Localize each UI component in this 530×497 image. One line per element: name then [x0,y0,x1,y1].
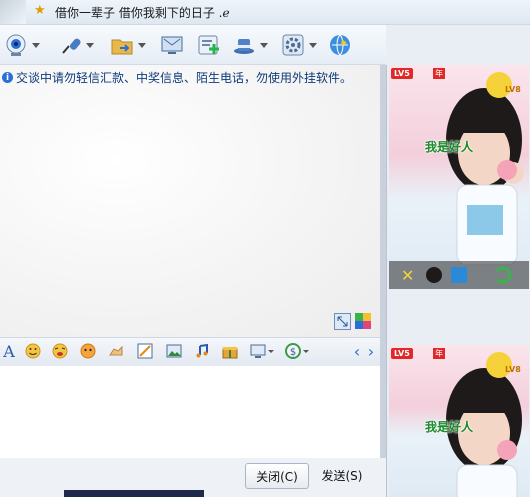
security-notice-text: 交谈中请勿轻信汇款、中奖信息、陌生电话，勿使用外挂软件。 [16,71,353,85]
color-palette-icon[interactable] [355,313,371,329]
emoji-sticker-icon[interactable] [79,342,97,360]
chat-background [0,65,386,337]
gift-icon[interactable] [221,342,239,360]
star-level: LV8 [505,85,521,94]
chevron-down-icon[interactable] [138,42,146,48]
scroll-right-icon[interactable]: › [362,342,380,361]
remote-desktop-button[interactable] [160,31,184,59]
show-top[interactable]: LV5 年 LV8 我是好人 ✕ [389,65,529,289]
settings-button[interactable] [281,31,317,59]
contact-signature: 借你一辈子 借你我剩下的日子 .ℯ [55,6,230,20]
show-caption: 我是好人 [425,140,474,154]
star-level: LV8 [505,365,521,374]
chevron-down-icon[interactable] [309,42,317,48]
security-notice: i 交谈中请勿轻信汇款、中奖信息、陌生电话，勿使用外挂软件。 [2,69,352,86]
voice-call-button[interactable] [58,31,94,59]
avatar-show-panel: LV5 年 LV8 我是好人 ✕ LV5 年 LV8 我是好人 [386,65,530,497]
hat-icon [232,33,256,57]
toolbar [0,25,386,65]
apps-button[interactable] [232,31,268,59]
create-group-button[interactable] [197,31,221,59]
message-input[interactable] [0,366,386,458]
video-call-button[interactable] [4,31,40,59]
expand-icon[interactable] [334,313,351,330]
message-history[interactable]: i 交谈中请勿轻信汇款、中奖信息、陌生电话，勿使用外挂软件。 [0,65,386,337]
screenshot-icon[interactable] [136,342,154,360]
show-action-bar: ✕ [389,261,529,289]
emoji-smile-icon[interactable] [24,342,42,360]
space-button[interactable] [328,31,352,59]
portrait-illustration [446,72,524,266]
webcam-icon [4,33,28,57]
format-toolbar: A $ ‹ › [0,337,386,367]
show-bottom[interactable]: LV5 年 LV8 我是好人 [389,345,529,497]
gear-icon [281,33,305,57]
chevron-down-icon[interactable] [32,42,40,48]
year-badge: 年 [433,348,445,359]
microphone-icon [58,33,82,57]
close-button[interactable]: 关闭(C) [245,463,309,489]
chevron-down-icon[interactable] [260,42,268,48]
contact-avatar[interactable] [0,0,26,24]
add-group-icon [197,33,221,57]
font-icon[interactable]: A [0,342,18,361]
year-badge: 年 [433,68,445,79]
level-badge: LV5 [391,68,413,79]
svg-text:✕: ✕ [401,266,414,285]
hand-shake-icon[interactable] [107,342,125,360]
image-icon[interactable] [165,342,183,360]
globe-icon [328,33,352,57]
emoji-wink-icon[interactable] [51,342,69,360]
record-icon[interactable]: $ [285,342,311,360]
star-icon: ★ [34,3,46,18]
level-badge: LV5 [391,348,413,359]
screen-icon [160,33,184,57]
taskbar-preview [64,490,204,497]
chevron-down-icon[interactable] [86,42,94,48]
music-icon[interactable] [193,342,211,360]
svg-text:$: $ [290,347,296,358]
send-file-button[interactable] [110,31,146,59]
screen-share-icon[interactable] [250,342,276,360]
info-icon: i [2,72,13,83]
show-caption: 我是好人 [425,420,474,434]
folder-arrow-icon [110,33,134,57]
send-button[interactable]: 发送(S) [312,463,372,487]
